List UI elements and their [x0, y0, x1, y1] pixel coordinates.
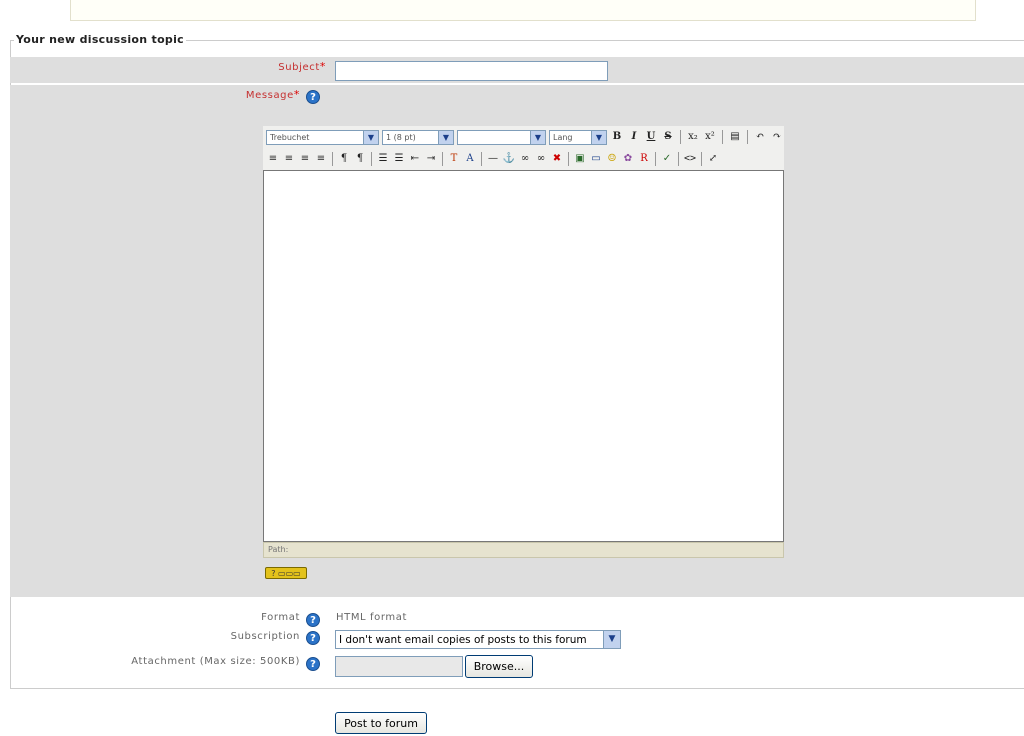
chevron-down-icon: ▼ [530, 130, 545, 144]
align-center-icon[interactable]: ≡ [282, 152, 296, 166]
toolbar-separator [481, 152, 482, 166]
italic-icon[interactable]: I [627, 130, 641, 144]
font-size-select[interactable]: 1 (8 pt) ▼ [382, 129, 454, 145]
format-value: HTML format [336, 612, 407, 623]
font-family-select[interactable]: Trebuchet ▼ [266, 129, 379, 145]
toolbar-separator [332, 152, 333, 166]
insert-image-icon[interactable]: ▣ [573, 152, 587, 166]
chevron-down-icon: ▼ [438, 130, 453, 144]
editor-toolbar-row-2: ≡ ≡ ≡ ≡ ¶ ¶ ☰ ☰ ⇤ ⇥ T A — ⚓ ∞ ∞ ✖ ▣ ▭ ☺ … [263, 148, 784, 170]
chevron-down-icon: ▼ [591, 130, 606, 144]
toolbar-separator [680, 130, 681, 144]
superscript-icon[interactable]: x² [703, 130, 717, 144]
toolbar-separator [371, 152, 372, 166]
lang-select[interactable]: Lang ▼ [549, 129, 607, 145]
indent-icon[interactable]: ⇥ [424, 152, 438, 166]
toolbar-separator [701, 152, 702, 166]
toolbar-separator [678, 152, 679, 166]
toolbar-separator [655, 152, 656, 166]
style-select[interactable]: ▼ [457, 129, 546, 145]
nolink-icon[interactable]: ∞ [534, 152, 548, 166]
post-to-forum-button[interactable]: Post to forum [335, 712, 427, 734]
editor-text-area[interactable] [263, 170, 784, 542]
format-help-icon[interactable]: ? [306, 613, 320, 627]
redo-icon[interactable]: ↷ [770, 130, 784, 144]
text-color-icon[interactable]: T [447, 152, 461, 166]
message-help-icon[interactable]: ? [306, 90, 320, 104]
toolbar-separator [568, 152, 569, 166]
format-label: Format [261, 612, 300, 623]
outdent-icon[interactable]: ⇤ [408, 152, 422, 166]
subscription-help-icon[interactable]: ? [306, 631, 320, 645]
browse-button[interactable]: Browse... [465, 655, 533, 678]
smiley-icon[interactable]: ☺ [605, 152, 619, 166]
special-char-icon[interactable]: ✿ [621, 152, 635, 166]
justify-icon[interactable]: ≡ [314, 152, 328, 166]
subscription-select[interactable]: I don't want email copies of posts to th… [335, 630, 621, 649]
chevron-down-icon: ▼ [603, 631, 620, 648]
undo-icon[interactable]: ↶ [753, 130, 767, 144]
html-editor: Trebuchet ▼ 1 (8 pt) ▼ ▼ Lang ▼ B I U S x₂ … [263, 126, 784, 558]
strikethrough-icon[interactable]: S [661, 130, 675, 144]
align-right-icon[interactable]: ≡ [298, 152, 312, 166]
search-replace-icon[interactable]: R [637, 152, 651, 166]
subscript-icon[interactable]: x₂ [686, 130, 700, 144]
chevron-down-icon: ▼ [363, 130, 378, 144]
unlink-icon[interactable]: ✖ [550, 152, 564, 166]
keyboard-help-icon[interactable]: ? ▭▭▭ [265, 567, 307, 579]
fullscreen-icon[interactable]: ⤢ [706, 152, 720, 166]
link-icon[interactable]: ∞ [518, 152, 532, 166]
clean-word-icon[interactable]: ▤ [728, 130, 742, 144]
underline-icon[interactable]: U [644, 130, 658, 144]
subscription-label: Subscription [230, 631, 300, 642]
subject-label: Subject* [278, 60, 326, 73]
toolbar-separator [722, 130, 723, 144]
anchor-icon[interactable]: ⚓ [502, 152, 516, 166]
ordered-list-icon[interactable]: ☰ [376, 152, 390, 166]
ltr-icon[interactable]: ¶ [337, 152, 351, 166]
horizontal-rule-icon[interactable]: — [486, 152, 500, 166]
rtl-icon[interactable]: ¶ [353, 152, 367, 166]
bold-icon[interactable]: B [610, 130, 624, 144]
attachment-label: Attachment (Max size: 500KB) [131, 656, 300, 667]
align-left-icon[interactable]: ≡ [266, 152, 280, 166]
editor-path-bar: Path: [263, 542, 784, 558]
spellcheck-icon[interactable]: ✓ [660, 152, 674, 166]
insert-table-icon[interactable]: ▭ [589, 152, 603, 166]
html-source-icon[interactable]: <> [683, 152, 697, 166]
toolbar-separator [442, 152, 443, 166]
previous-content-box [70, 0, 976, 21]
toolbar-separator [747, 130, 748, 144]
editor-toolbar-row-1: Trebuchet ▼ 1 (8 pt) ▼ ▼ Lang ▼ B I U S x₂ … [263, 126, 784, 148]
fieldset-legend: Your new discussion topic [14, 33, 186, 46]
attachment-help-icon[interactable]: ? [306, 657, 320, 671]
attachment-file-input[interactable] [335, 656, 463, 677]
message-label: Message* [245, 88, 300, 101]
background-color-icon[interactable]: A [463, 152, 477, 166]
subject-input[interactable] [335, 61, 608, 81]
unordered-list-icon[interactable]: ☰ [392, 152, 406, 166]
